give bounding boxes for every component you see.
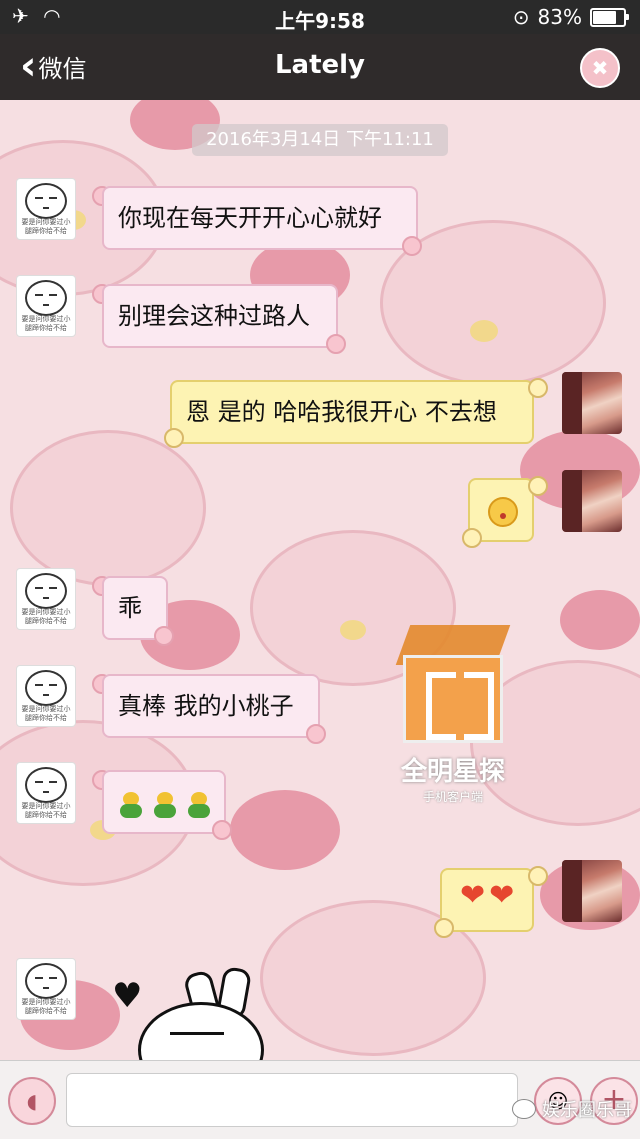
message-timestamp: 2016年3月14日 下午11:11 [192, 124, 448, 156]
bubble-decoration-icon [154, 626, 174, 646]
rotation-lock-icon: ⊙ [512, 5, 530, 29]
source-watermark: 娱乐圈乐哥 [512, 1096, 632, 1122]
cube-logo-icon [393, 625, 513, 745]
chopper-avatar-icon[interactable]: ✖ [580, 48, 620, 88]
voice-icon: ◖ [26, 1089, 38, 1113]
bubble-decoration-icon [528, 378, 548, 398]
contact-avatar[interactable]: 要是问你要过小腿蹄你给不给 [16, 958, 76, 1020]
message-bubble[interactable] [102, 770, 226, 834]
message-text: 你现在每天开开心心就好 [118, 204, 382, 232]
heart-icon: ❤ [489, 878, 515, 913]
battery-percent: 83% [537, 5, 582, 29]
message-bubble[interactable]: ❤ ❤ [440, 868, 534, 932]
bubble-decoration-icon [434, 918, 454, 938]
bubble-decoration-icon [164, 428, 184, 448]
status-right: ⊙ 83% [512, 5, 629, 29]
sprout-emoji-icon [120, 792, 142, 818]
status-bar: ✈ ◠ 上午9:58 ⊙ 83% [0, 0, 640, 34]
bubble-decoration-icon [528, 476, 548, 496]
heart-icon: ❤ [460, 878, 486, 913]
source-watermark-text: 娱乐圈乐哥 [542, 1100, 632, 1121]
message-text: 恩 是的 哈哈我很开心 不去想 [186, 398, 497, 426]
bubble-decoration-icon [528, 866, 548, 886]
bubble-decoration-icon [462, 528, 482, 548]
contact-avatar[interactable]: 要是问你要过小腿蹄你给不给 [16, 665, 76, 727]
message-bubble[interactable]: 你现在每天开开心心就好 [102, 186, 418, 250]
nav-bar: ‹ 微信 Lately ✖ [0, 34, 640, 100]
chat-title: Lately [274, 50, 366, 80]
my-avatar[interactable] [562, 860, 622, 922]
contact-avatar[interactable]: 要是问你要过小腿蹄你给不给 [16, 178, 76, 240]
bubble-decoration-icon [212, 820, 232, 840]
my-avatar[interactable] [562, 470, 622, 532]
wechat-icon [512, 1099, 536, 1119]
contact-avatar[interactable]: 要是问你要过小腿蹄你给不给 [16, 568, 76, 630]
voice-button[interactable]: ◖ [8, 1077, 56, 1125]
message-text: 乖 [118, 594, 142, 622]
battery-icon [590, 7, 629, 27]
sprout-emoji-icon [188, 792, 210, 818]
watermark-logo: 全明星探 手机客户端 [388, 625, 518, 805]
my-avatar[interactable] [562, 372, 622, 434]
bubble-decoration-icon [306, 724, 326, 744]
message-text: 别理会这种过路人 [118, 302, 310, 330]
bubble-decoration-icon [326, 334, 346, 354]
contact-avatar[interactable]: 要是问你要过小腿蹄你给不给 [16, 275, 76, 337]
message-bubble[interactable]: 真棒 我的小桃子 [102, 674, 320, 738]
black-heart-icon: ♥ [112, 976, 143, 1016]
sprout-emoji-icon [154, 792, 176, 818]
rabbit-sticker[interactable]: ♥ [108, 966, 268, 1062]
message-text: 真棒 我的小桃子 [118, 692, 294, 720]
message-input[interactable] [66, 1073, 518, 1127]
watermark-text: 全明星探 [400, 757, 505, 787]
message-bubble[interactable]: 恩 是的 哈哈我很开心 不去想 [170, 380, 534, 444]
watermark-subtext: 手机客户端 [422, 790, 483, 804]
bubble-decoration-icon [402, 236, 422, 256]
contact-avatar[interactable]: 要是问你要过小腿蹄你给不给 [16, 762, 76, 824]
message-bubble[interactable]: 别理会这种过路人 [102, 284, 338, 348]
kiss-emoji-icon [488, 497, 518, 527]
